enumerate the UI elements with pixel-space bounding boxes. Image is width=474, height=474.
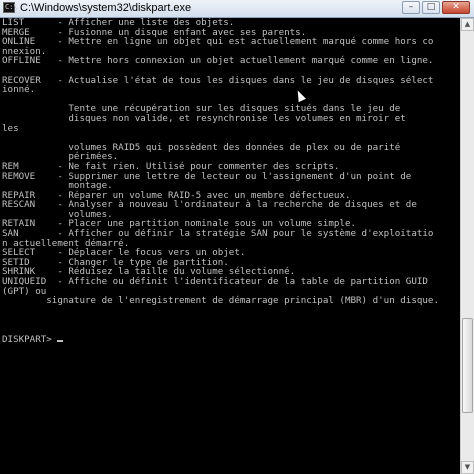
text-cursor [57,339,64,342]
console-text: LIST - Afficher une liste des objets. ME… [0,18,460,344]
console-line: signature de l'enregistrement de démarra… [2,295,439,307]
window-controls: – □ ✕ [402,1,470,14]
console-line: OFFLINE - Mettre hors connexion un objet… [2,55,434,67]
console-window: C:\ C:\Windows\system32\diskpart.exe – □… [0,0,474,474]
scroll-down-arrow-icon[interactable]: ▼ [461,461,474,474]
vertical-scrollbar[interactable]: ▲ ▼ [460,18,474,474]
close-button[interactable]: ✕ [442,1,470,14]
window-title: C:\Windows\system32\diskpart.exe [20,2,192,14]
console-output[interactable]: LIST - Afficher une liste des objets. ME… [0,18,460,474]
console-line: RECOVER - Actualise l'état de tous les d… [2,74,434,86]
console-line: les [2,122,19,134]
maximize-button[interactable]: □ [422,1,440,14]
console-line: UNIQUEID - Affiche ou définit l'identifi… [2,276,428,288]
scroll-up-arrow-icon[interactable]: ▲ [461,18,474,31]
diskpart-prompt: DISKPART> [2,333,58,345]
minimize-button[interactable]: – [402,1,420,14]
scrollbar-thumb[interactable] [462,318,473,413]
console-line: disques non valide, et resynchronise les… [2,112,406,124]
title-bar[interactable]: C:\ C:\Windows\system32\diskpart.exe – □… [0,0,474,18]
console-line: ionné. [2,84,36,96]
console-line: ONLINE - Mettre en ligne un objet qui es… [2,36,434,48]
cmd-icon[interactable]: C:\ [3,2,18,13]
